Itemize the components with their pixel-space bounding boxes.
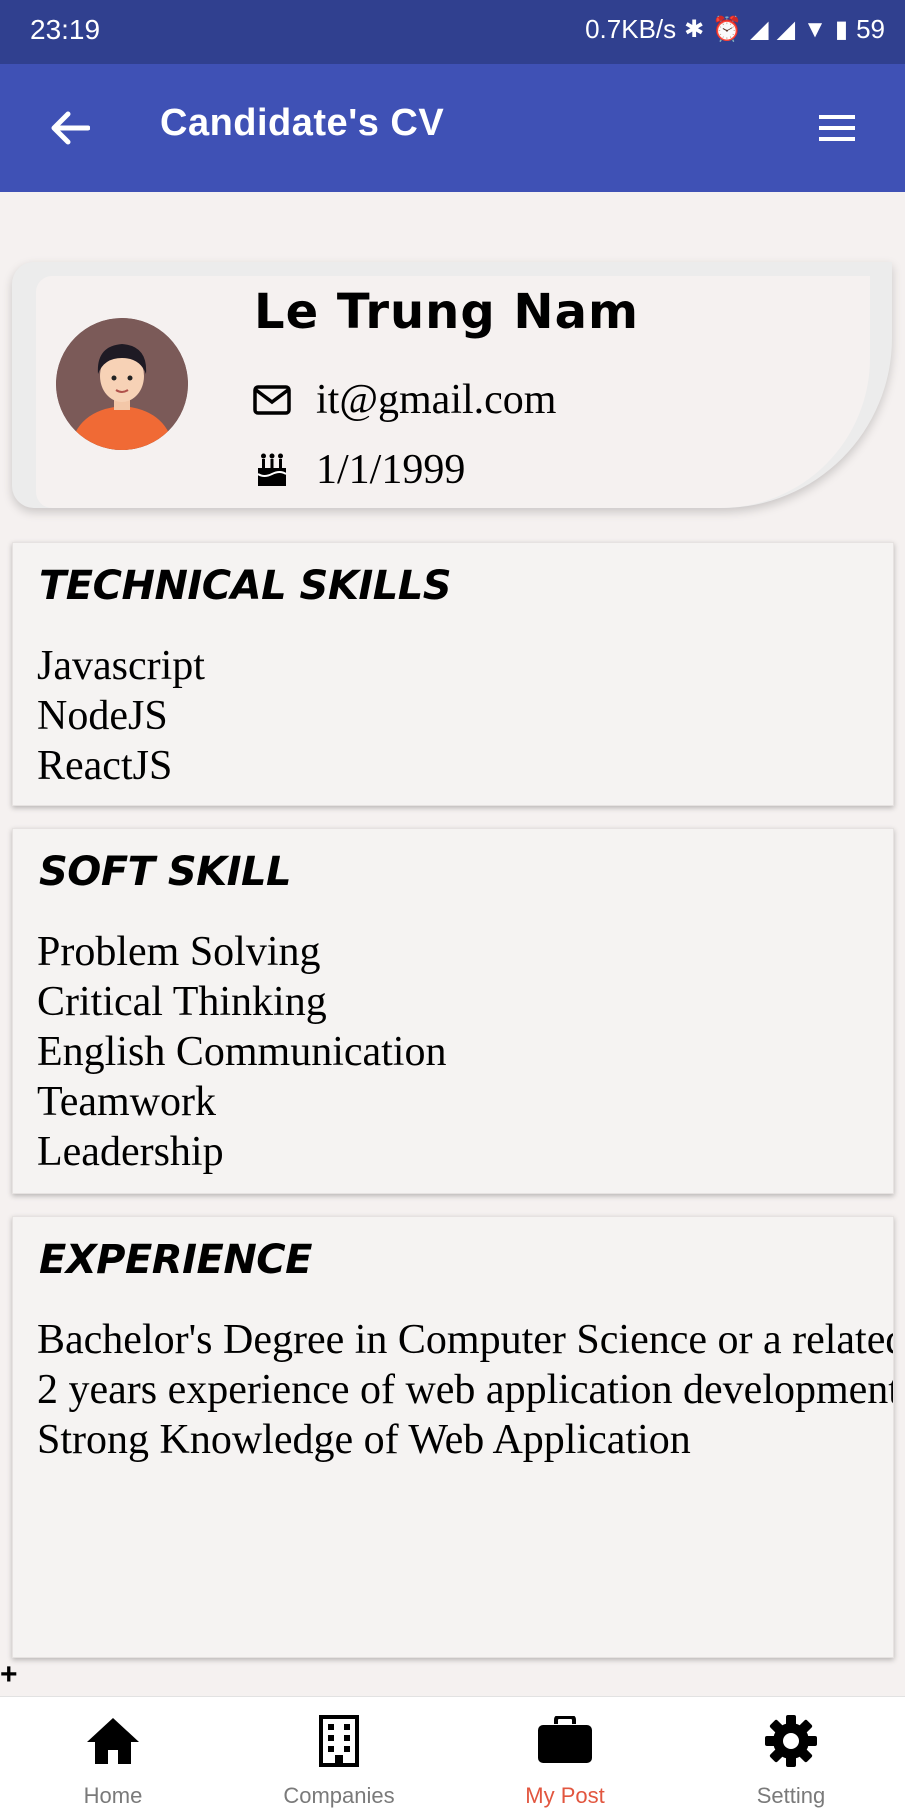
wifi-icon: ▼ xyxy=(803,15,827,43)
signal-icon: ◢ xyxy=(776,16,796,43)
briefcase-icon xyxy=(538,1716,592,1763)
birthday-row: 1/1/1999 xyxy=(252,446,465,494)
list-item: Bachelor's Degree in Computer Science or… xyxy=(37,1317,893,1363)
technical-skills-list: Javascript NodeJS ReactJS xyxy=(37,641,869,791)
section-heading: TECHNICAL SKILLS xyxy=(39,563,452,609)
signal-icon: ◢ xyxy=(750,16,769,43)
nav-setting[interactable]: Setting xyxy=(678,1697,904,1811)
list-item: ReactJS xyxy=(37,743,173,789)
soft-skills-list: Problem Solving Critical Thinking Englis… xyxy=(37,927,869,1177)
bluetooth-icon: ✱ xyxy=(684,16,705,43)
candidate-birthday: 1/1/1999 xyxy=(316,447,466,493)
nav-my-post[interactable]: My Post xyxy=(452,1697,678,1811)
list-item: NodeJS xyxy=(37,693,168,739)
back-button[interactable] xyxy=(42,100,98,156)
section-heading: SOFT SKILL xyxy=(39,849,292,895)
list-item: Critical Thinking xyxy=(37,979,327,1025)
avatar xyxy=(56,318,188,450)
status-time: 23:19 xyxy=(30,14,101,45)
nav-label: My Post xyxy=(525,1783,605,1808)
list-item: Teamwork xyxy=(37,1079,216,1125)
list-item: Leadership xyxy=(37,1129,224,1175)
arrow-left-icon xyxy=(51,111,90,145)
experience-card: EXPERIENCE Bachelor's Degree in Computer… xyxy=(12,1216,894,1658)
battery-icon: ▮ xyxy=(834,16,849,43)
nav-label: Companies xyxy=(283,1783,395,1808)
plus-marker: + xyxy=(0,1658,18,1691)
network-speed: 0.7KB/s xyxy=(585,14,677,44)
app-bar: Candidate's CV xyxy=(0,64,905,192)
status-icons: 0.7KB/s ✱ ⏰ ◢ ◢ ▼ ▮ 59 xyxy=(585,14,885,45)
list-item: Strong Knowledge of Web Application xyxy=(37,1417,691,1463)
list-item: English Communication xyxy=(37,1029,447,1075)
avatar-icon xyxy=(56,318,188,450)
experience-list: Bachelor's Degree in Computer Science or… xyxy=(37,1315,894,1465)
list-item: 2 years experience of web application de… xyxy=(37,1367,894,1413)
hamburger-menu-icon xyxy=(819,115,855,141)
menu-button[interactable] xyxy=(809,100,865,156)
list-item: Javascript xyxy=(37,643,205,689)
list-item: Problem Solving xyxy=(37,929,321,975)
home-icon xyxy=(87,1718,139,1764)
candidate-name: Le Trung Nam xyxy=(254,284,639,340)
nav-home[interactable]: Home xyxy=(0,1697,226,1811)
bottom-navigation: Home Companies My Post Setting xyxy=(0,1696,905,1811)
gear-icon xyxy=(765,1715,817,1767)
technical-skills-card: TECHNICAL SKILLS Javascript NodeJS React… xyxy=(12,542,894,806)
birthday-cake-icon xyxy=(252,450,292,490)
envelope-icon xyxy=(252,380,292,420)
battery-level: 59 xyxy=(856,14,885,44)
nav-companies[interactable]: Companies xyxy=(226,1697,452,1811)
building-icon xyxy=(319,1715,359,1767)
soft-skills-card: SOFT SKILL Problem Solving Critical Thin… xyxy=(12,828,894,1194)
email-row: it@gmail.com xyxy=(252,376,556,424)
page-title: Candidate's CV xyxy=(160,102,445,144)
status-bar: 23:19 0.7KB/s ✱ ⏰ ◢ ◢ ▼ ▮ 59 xyxy=(0,0,905,64)
section-heading: EXPERIENCE xyxy=(39,1237,312,1283)
nav-label: Setting xyxy=(756,1783,826,1808)
candidate-email: it@gmail.com xyxy=(316,377,557,423)
nav-label: Home xyxy=(83,1783,143,1808)
alarm-icon: ⏰ xyxy=(712,16,743,43)
